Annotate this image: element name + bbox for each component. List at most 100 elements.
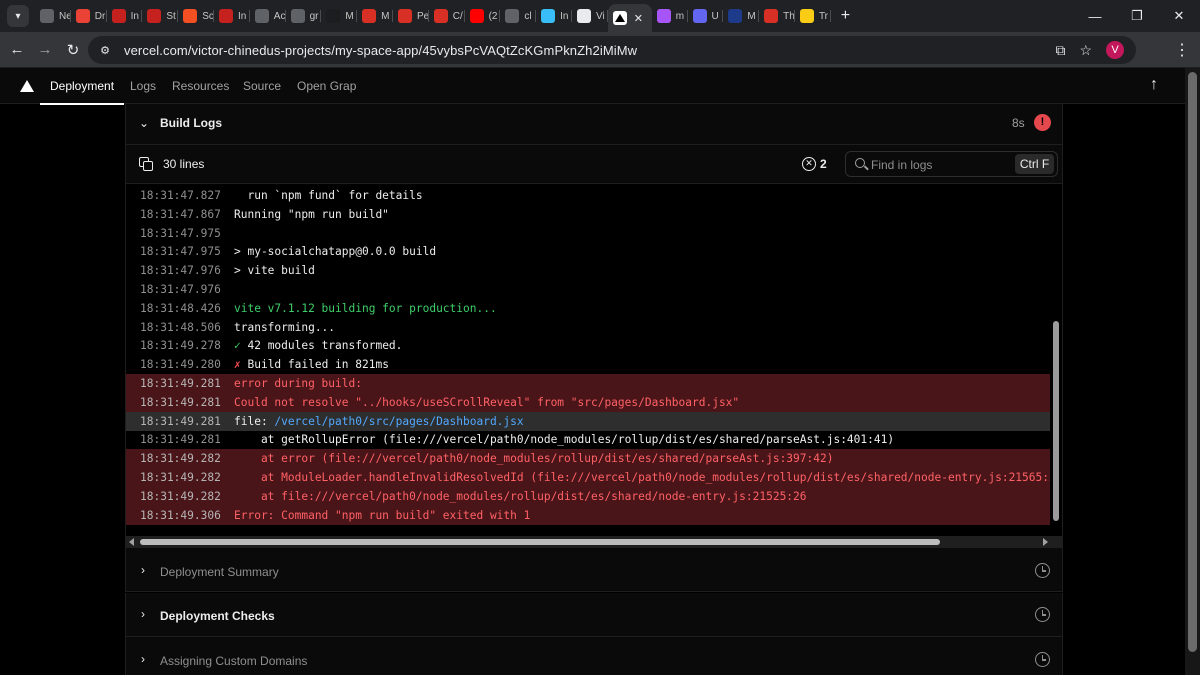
browser-tab[interactable]: M xyxy=(321,0,357,32)
browser-tab[interactable]: ✕ xyxy=(607,4,652,32)
log-line[interactable]: 18:31:49.278 ✓ 42 modules transformed. xyxy=(126,336,1052,355)
browser-tab[interactable]: Tr xyxy=(795,0,831,32)
browser-toolbar: ← → ↻ ⚙ vercel.com/victor-chinedus-proje… xyxy=(0,32,1200,68)
page-scrollbar-thumb[interactable] xyxy=(1188,72,1197,652)
log-line[interactable]: 18:31:47.975 xyxy=(126,224,1052,243)
copy-icon[interactable] xyxy=(139,157,153,171)
log-line[interactable]: 18:31:47.976 > vite build xyxy=(126,261,1052,280)
install-app-icon[interactable]: ⧉ xyxy=(1055,42,1065,59)
close-tab-icon[interactable]: ✕ xyxy=(634,12,643,25)
log-line[interactable]: 18:31:49.282 at error (file:///vercel/pa… xyxy=(126,449,1052,469)
log-line[interactable]: 18:31:47.867 Running "npm run build" xyxy=(126,205,1052,224)
browser-tab[interactable]: Dr xyxy=(71,0,107,32)
log-line[interactable]: 18:31:49.282 at file:///vercel/path0/nod… xyxy=(126,486,1052,506)
browser-tab[interactable]: Ne xyxy=(35,0,71,32)
profile-avatar[interactable]: V xyxy=(1106,41,1124,59)
tab-search-button[interactable]: ▾ xyxy=(7,5,29,27)
log-line[interactable]: 18:31:49.281 Could not resolve "../hooks/… xyxy=(126,392,1052,412)
browser-tab[interactable]: Ac xyxy=(250,0,286,32)
restore-icon[interactable]: ❐ xyxy=(1116,8,1158,24)
tab-resources[interactable]: Resources xyxy=(172,68,229,104)
browser-tab-label: M xyxy=(381,10,390,22)
log-timestamp: 18:31:47.976 xyxy=(140,264,221,278)
log-line[interactable]: 18:31:48.426 vite v7.1.12 building for pr… xyxy=(126,299,1052,318)
assigning-custom-domains-title: Assigning Custom Domains xyxy=(160,654,308,668)
gx-icon xyxy=(799,9,814,23)
red-app-icon xyxy=(362,9,377,23)
error-filter-icon[interactable]: ✕ xyxy=(802,157,816,171)
find-in-logs-box[interactable]: Ctrl F xyxy=(845,151,1058,177)
log-line[interactable]: 18:31:49.281 file: /vercel/path0/src/page… xyxy=(126,411,1052,431)
logs-horizontal-scrollbar[interactable] xyxy=(125,536,1063,548)
address-bar[interactable]: ⚙ vercel.com/victor-chinedus-projects/my… xyxy=(88,36,1136,64)
browser-tab[interactable]: (2 xyxy=(465,0,501,32)
log-line[interactable]: 18:31:49.306 Error: Command "npm run buil… xyxy=(126,505,1052,525)
tab-deployment[interactable]: Deployment xyxy=(39,68,125,105)
youtube-studio-icon xyxy=(218,9,233,23)
browser-menu-icon[interactable]: ⋮ xyxy=(1174,32,1190,68)
new-tab-button[interactable]: + xyxy=(841,7,850,25)
log-line[interactable]: 18:31:48.506 transforming... xyxy=(126,318,1052,337)
browser-tab[interactable]: St xyxy=(142,0,178,32)
log-line[interactable]: 18:31:49.281 error during build: xyxy=(126,374,1052,393)
minimize-icon[interactable]: — xyxy=(1074,9,1116,24)
browser-tab[interactable]: cl xyxy=(500,0,536,32)
clock-icon xyxy=(1035,563,1050,578)
log-timestamp: 18:31:47.867 xyxy=(140,207,221,221)
logs-vertical-scrollbar-thumb[interactable] xyxy=(1053,321,1059,521)
browser-tab-label: In xyxy=(130,10,139,22)
log-line[interactable]: 18:31:47.827 run `npm fund` for details xyxy=(126,186,1052,205)
vercel-logo-icon[interactable] xyxy=(20,80,34,92)
browser-tab[interactable]: m xyxy=(652,0,688,32)
line-count: 30 lines xyxy=(163,157,205,171)
log-line[interactable]: 18:31:49.282 at ModuleLoader.handleInval… xyxy=(126,468,1062,487)
log-line[interactable]: 18:31:49.280 ✗ Build failed in 821ms xyxy=(126,355,1052,374)
log-timestamp: 18:31:47.976 xyxy=(140,283,221,296)
reload-button[interactable]: ↻ xyxy=(59,41,87,59)
forward-button[interactable]: → xyxy=(31,41,59,58)
browser-tab[interactable]: In xyxy=(107,0,143,32)
scroll-to-top-icon[interactable]: ↑ xyxy=(1150,76,1158,94)
browser-tab[interactable]: Vi xyxy=(572,0,608,32)
vercel-icon xyxy=(612,11,627,25)
logs-horizontal-scrollbar-thumb[interactable] xyxy=(140,539,940,545)
browser-tab-label: M xyxy=(345,10,354,22)
coursera-icon xyxy=(433,9,448,23)
log-line[interactable]: 18:31:49.281 at getRollupError (file:///… xyxy=(126,430,1052,449)
back-button[interactable]: ← xyxy=(3,41,31,58)
browser-tab[interactable]: Sc xyxy=(178,0,214,32)
browser-tab[interactable]: C/ xyxy=(429,0,465,32)
build-logs-header[interactable] xyxy=(125,104,1063,145)
search-icon xyxy=(855,158,865,168)
browser-tab[interactable]: In xyxy=(214,0,250,32)
log-message: error during build: xyxy=(234,377,362,390)
scroll-left-icon[interactable] xyxy=(129,538,134,546)
log-output[interactable]: 18:31:47.827 run `npm fund` for details 1… xyxy=(125,184,1063,536)
browser-tab[interactable]: M xyxy=(357,0,393,32)
scroll-right-icon[interactable] xyxy=(1043,538,1048,546)
site-info-icon[interactable]: ⚙ xyxy=(94,39,116,61)
page-scrollbar[interactable] xyxy=(1185,68,1200,675)
browser-tab[interactable]: M xyxy=(723,0,759,32)
close-window-icon[interactable]: ✕ xyxy=(1158,8,1200,24)
log-line[interactable]: 18:31:47.976 xyxy=(126,280,1052,299)
tab-source[interactable]: Source xyxy=(243,68,281,104)
browser-tab[interactable]: U xyxy=(688,0,724,32)
find-in-logs-input[interactable] xyxy=(871,156,1011,174)
log-message: > vite build xyxy=(234,264,315,278)
log-timestamp: 18:31:49.281 xyxy=(140,377,221,390)
browser-tab[interactable]: In xyxy=(536,0,572,32)
error-count[interactable]: 2 xyxy=(820,157,827,171)
lhe-icon xyxy=(728,9,743,23)
log-line[interactable]: 18:31:47.975 > my-socialchatapp@0.0.0 bui… xyxy=(126,242,1052,261)
browser-tab[interactable]: Th xyxy=(759,0,795,32)
log-message: transforming... xyxy=(234,320,336,334)
browser-tab[interactable]: Pe xyxy=(393,0,429,32)
browser-tab[interactable]: gr xyxy=(286,0,322,32)
tab-open-graph[interactable]: Open Grap xyxy=(297,68,356,104)
logs-vertical-scrollbar[interactable] xyxy=(1050,184,1062,536)
url-text[interactable]: vercel.com/victor-chinedus-projects/my-s… xyxy=(124,43,637,58)
tab-logs[interactable]: Logs xyxy=(130,68,156,104)
bookmark-star-icon[interactable]: ☆ xyxy=(1079,42,1092,59)
udemy-icon xyxy=(326,9,341,23)
